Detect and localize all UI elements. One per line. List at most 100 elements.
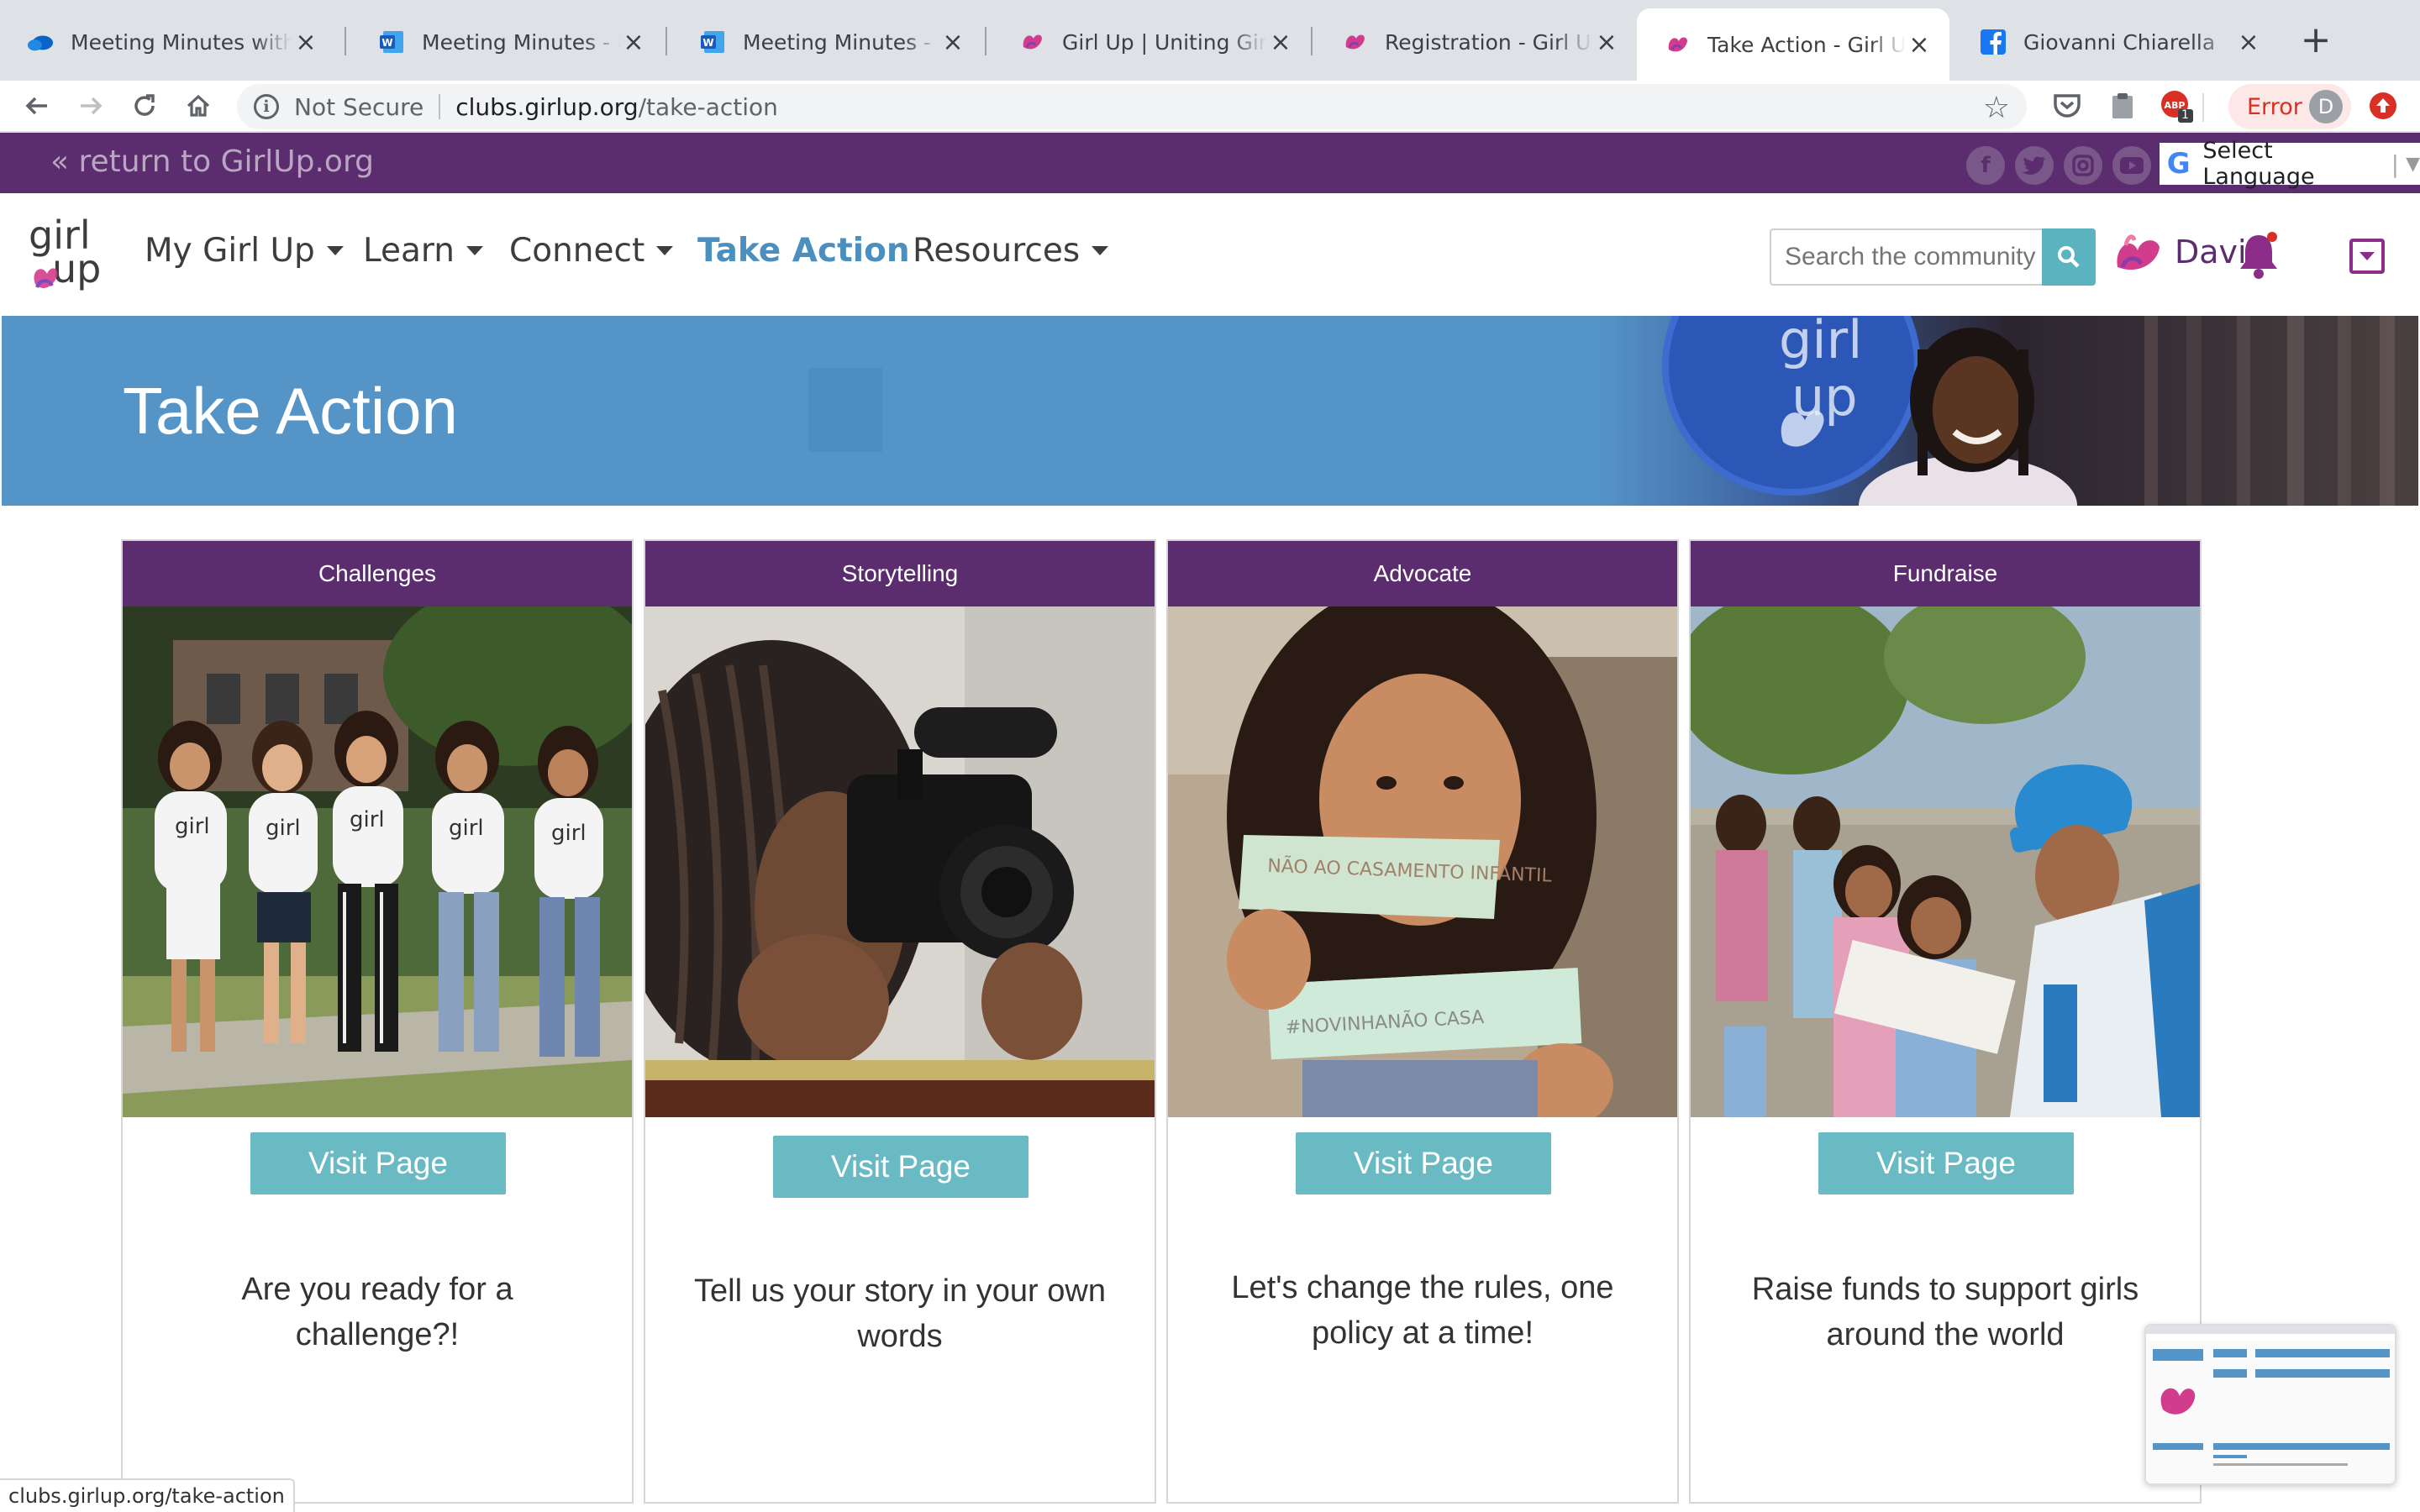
girlup-icon bbox=[1341, 29, 1368, 55]
chevron-down-icon: ▼ bbox=[2406, 153, 2420, 175]
profile-error-button[interactable]: Error D bbox=[2228, 84, 2351, 129]
svg-text:girl: girl bbox=[175, 814, 210, 839]
nav-item-learn[interactable]: Learn bbox=[363, 232, 484, 270]
girlup-icon bbox=[1018, 29, 1045, 55]
extension-badge: 1 bbox=[2181, 108, 2189, 122]
return-link[interactable]: « return to GirlUp.org bbox=[50, 144, 374, 179]
girlup-logo[interactable]: girl up bbox=[27, 212, 106, 296]
nav-item-connect[interactable]: Connect bbox=[509, 232, 674, 270]
account-dropdown-button[interactable] bbox=[2349, 239, 2385, 274]
browser-tab[interactable]: W Meeting Minutes - 8-20 × bbox=[351, 12, 664, 72]
screenshot-preview-thumbnail[interactable] bbox=[2144, 1324, 2396, 1485]
youtube-icon[interactable] bbox=[2112, 146, 2151, 185]
tab-divider bbox=[666, 27, 667, 55]
home-icon bbox=[187, 94, 210, 117]
page-banner: Take Action girl up bbox=[2, 316, 2418, 506]
visit-page-button[interactable]: Visit Page bbox=[1296, 1132, 1551, 1194]
google-icon: G bbox=[2166, 147, 2191, 181]
tab-title: Meeting Minutes with Giovanni bbox=[71, 29, 292, 55]
action-card-fundraise: Fundraise Visit Page Raise funds to supp… bbox=[1689, 539, 2202, 1504]
tab-title: Registration - Girl Up Clubs bbox=[1385, 29, 1593, 55]
close-icon[interactable]: × bbox=[620, 28, 647, 57]
twitter-icon[interactable] bbox=[2015, 146, 2054, 185]
close-icon[interactable]: × bbox=[1267, 28, 1294, 57]
caret-down-icon bbox=[2360, 252, 2375, 260]
back-button[interactable] bbox=[17, 86, 57, 126]
visit-page-button[interactable]: Visit Page bbox=[250, 1132, 506, 1194]
avatar: D bbox=[2309, 90, 2343, 123]
info-icon[interactable]: i bbox=[254, 94, 279, 119]
word-icon: W bbox=[699, 29, 726, 55]
card-title: Storytelling bbox=[645, 541, 1155, 606]
arrow-right-icon bbox=[81, 97, 103, 115]
girlup-icon bbox=[1664, 31, 1691, 58]
close-icon[interactable]: × bbox=[939, 28, 966, 57]
adblock-extension-icon[interactable]: ABP 1 bbox=[2160, 89, 2193, 123]
card-description: Raise funds to support girls around the … bbox=[1751, 1272, 2139, 1352]
omnibox-divider bbox=[439, 94, 441, 119]
visit-page-button[interactable]: Visit Page bbox=[1818, 1132, 2074, 1194]
nav-item-label: Connect bbox=[509, 232, 645, 270]
update-icon[interactable] bbox=[2366, 89, 2400, 123]
nav-item-take-action[interactable]: Take Action bbox=[697, 232, 910, 270]
facebook-icon[interactable]: f bbox=[1966, 146, 2005, 185]
close-icon[interactable]: × bbox=[2235, 28, 2262, 57]
close-icon[interactable]: × bbox=[1593, 28, 1620, 57]
tab-divider bbox=[1311, 27, 1313, 55]
close-icon[interactable]: × bbox=[292, 28, 319, 57]
svg-text:W: W bbox=[381, 37, 392, 49]
svg-text:girl: girl bbox=[266, 816, 301, 841]
main-navigation: girl up My Girl Up Learn Connect Take Ac… bbox=[0, 193, 2420, 316]
nav-item-label: Take Action bbox=[697, 232, 910, 270]
browser-toolbar: i Not Secure clubs.girlup.org /take-acti… bbox=[0, 81, 2420, 133]
banner-decoration bbox=[808, 368, 882, 452]
visit-page-button[interactable]: Visit Page bbox=[773, 1136, 1028, 1198]
language-divider: | bbox=[2391, 150, 2400, 178]
instagram-icon[interactable] bbox=[2064, 146, 2102, 185]
banner-photo: girl up bbox=[1598, 316, 2418, 506]
action-card-storytelling: Storytelling Visit Page Tell us your sto… bbox=[644, 539, 1156, 1504]
onedrive-icon bbox=[27, 29, 54, 55]
browser-tab[interactable]: Girl Up | Uniting Girls to Change × bbox=[992, 12, 1311, 72]
close-icon[interactable]: × bbox=[1906, 30, 1933, 60]
card-description: Let's change the rules, one policy at a … bbox=[1231, 1270, 1614, 1351]
browser-tab[interactable]: Giovanni Chiarella × bbox=[1953, 12, 2279, 72]
browser-tab[interactable]: Registration - Girl Up Clubs × bbox=[1314, 12, 1637, 72]
arrow-left-icon bbox=[25, 97, 47, 115]
forward-button[interactable] bbox=[71, 86, 111, 126]
card-image: girl girl girl girl girl bbox=[123, 606, 632, 1117]
community-search bbox=[1770, 228, 2096, 286]
nav-item-label: Learn bbox=[363, 232, 455, 270]
nav-item-my-girl-up[interactable]: My Girl Up bbox=[145, 232, 344, 270]
security-label: Not Secure bbox=[294, 92, 424, 121]
star-icon[interactable]: ☆ bbox=[1983, 91, 2010, 125]
search-input[interactable] bbox=[1785, 230, 2037, 284]
caret-down-icon bbox=[466, 246, 484, 255]
reload-button[interactable] bbox=[124, 86, 165, 126]
notifications-bell-icon[interactable] bbox=[2237, 230, 2281, 284]
tab-title: Girl Up | Uniting Girls to Change bbox=[1062, 29, 1267, 55]
browser-tab-active[interactable]: Take Action - Girl Up Clubs × bbox=[1637, 8, 1949, 81]
svg-text:girl: girl bbox=[350, 807, 385, 832]
search-button[interactable] bbox=[2042, 228, 2096, 286]
card-image: NÃO AO CASAMENTO INFANTIL #NOVINHANÃO CA… bbox=[1168, 606, 1677, 1117]
browser-tab[interactable]: W Meeting Minutes - 8-20 × bbox=[672, 12, 983, 72]
home-button[interactable] bbox=[178, 86, 218, 126]
action-card-challenges: Challenges girl girl girl girl girl Visi… bbox=[121, 539, 634, 1504]
card-image bbox=[645, 606, 1155, 1117]
card-image bbox=[1691, 606, 2200, 1117]
language-selector[interactable]: G Select Language | ▼ bbox=[2160, 138, 2420, 190]
word-icon: W bbox=[378, 29, 405, 55]
nav-item-resources[interactable]: Resources bbox=[913, 232, 1109, 270]
error-label: Error bbox=[2247, 93, 2302, 120]
address-bar[interactable]: i Not Secure clubs.girlup.org /take-acti… bbox=[237, 84, 2027, 129]
clipboard-extension-icon[interactable] bbox=[2106, 89, 2139, 123]
nav-item-label: My Girl Up bbox=[145, 232, 315, 270]
browser-tab[interactable]: Meeting Minutes with Giovanni × bbox=[0, 12, 336, 72]
pocket-icon[interactable] bbox=[2050, 89, 2084, 123]
tab-title: Giovanni Chiarella bbox=[2023, 29, 2216, 55]
nav-item-label: Resources bbox=[913, 232, 1081, 270]
new-tab-button[interactable]: + bbox=[2294, 18, 2338, 62]
language-label: Select Language bbox=[2202, 138, 2315, 190]
svg-text:W: W bbox=[702, 37, 713, 49]
